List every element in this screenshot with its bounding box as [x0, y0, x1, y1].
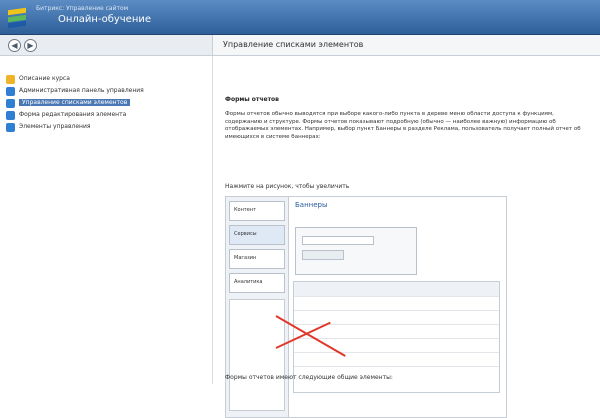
footer-text: Формы отчетов имеют следующие общие элем… — [225, 374, 393, 381]
section-paragraph: Формы отчетов обычно выводятся при выбор… — [225, 111, 581, 140]
click-to-enlarge-text: Нажмите на рисунок, чтобы увеличить — [225, 183, 350, 190]
page-icon — [6, 87, 15, 96]
page-icon — [6, 123, 15, 132]
screenshot-tab: Аналитика — [229, 273, 285, 293]
screenshot-tab: Сервисы — [229, 225, 285, 245]
section-title: Формы отчетов — [225, 96, 279, 103]
back-button[interactable]: ◀ — [8, 39, 21, 52]
page-title-bar: Управление списками элементов — [213, 35, 600, 56]
header-title: Онлайн-обучение — [58, 14, 152, 25]
sidebar-item-edit-form[interactable]: Форма редактирования элемента — [6, 110, 144, 122]
sidebar-item-label: Управление списками элементов — [19, 99, 131, 106]
screenshot-filter-form — [295, 227, 417, 275]
screenshot-main: Баннеры — [289, 197, 506, 417]
sidebar-item-label: Описание курса — [19, 75, 70, 82]
page-icon — [6, 111, 15, 120]
sidebar: Описание курса Административная панель у… — [0, 56, 213, 384]
bitrix-logo-icon — [8, 6, 28, 29]
sidebar-item-admin-panel[interactable]: Административная панель управления — [6, 86, 144, 98]
screenshot-tab: Контент — [229, 201, 285, 221]
page-icon — [6, 99, 15, 108]
header-subtitle: Битрикс: Управление сайтом — [36, 5, 129, 12]
screenshot-title: Баннеры — [295, 201, 328, 209]
screenshot-table-header — [294, 282, 499, 297]
screenshot-sidebar: Контент Сервисы Магазин Аналитика — [226, 197, 289, 417]
navigation-bar: ◀ ▶ — [0, 35, 213, 56]
table-row — [294, 352, 499, 367]
sidebar-item-controls[interactable]: Элементы управления — [6, 122, 144, 134]
page-title: Управление списками элементов — [223, 40, 364, 49]
screenshot-thumbnail[interactable]: Контент Сервисы Магазин Аналитика Баннер… — [225, 196, 507, 418]
forward-button[interactable]: ▶ — [24, 39, 37, 52]
table-row — [294, 296, 499, 311]
sidebar-item-label: Административная панель управления — [19, 87, 144, 94]
sidebar-item-label: Форма редактирования элемента — [19, 111, 127, 118]
sidebar-item-label: Элементы управления — [19, 123, 91, 130]
main-content: Формы отчетов Формы отчетов обычно вывод… — [213, 56, 600, 418]
course-icon — [6, 75, 15, 84]
sidebar-item-course-description[interactable]: Описание курса — [6, 74, 144, 86]
app-header: Битрикс: Управление сайтом Онлайн-обучен… — [0, 0, 600, 35]
sidebar-item-list-management[interactable]: Управление списками элементов — [6, 98, 144, 110]
screenshot-tab: Магазин — [229, 249, 285, 269]
